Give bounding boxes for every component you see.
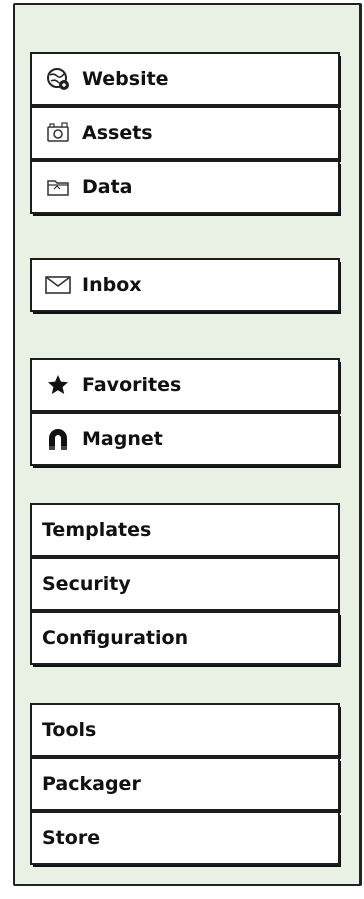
- sidebar-item-store[interactable]: Store: [30, 811, 340, 865]
- sidebar-item-label: Templates: [42, 519, 152, 541]
- sidebar-item-configuration[interactable]: Configuration: [30, 611, 340, 665]
- globe-icon: [44, 65, 72, 93]
- sidebar-item-label: Store: [42, 827, 101, 849]
- sidebar-item-favorites[interactable]: Favorites: [30, 358, 340, 412]
- sidebar-item-label: Favorites: [82, 374, 182, 396]
- sidebar-item-inbox[interactable]: Inbox: [30, 258, 340, 312]
- sidebar-item-label: Website: [82, 68, 169, 90]
- sidebar-item-packager[interactable]: Packager: [30, 757, 340, 811]
- folder-icon: [44, 173, 72, 201]
- sidebar-item-label: Security: [42, 573, 131, 595]
- magnet-icon: [44, 425, 72, 453]
- sidebar-item-label: Data: [82, 176, 133, 198]
- camera-icon: [44, 119, 72, 147]
- star-icon: [44, 371, 72, 399]
- sidebar-item-label: Configuration: [42, 627, 189, 649]
- sidebar-item-magnet[interactable]: Magnet: [30, 412, 340, 466]
- sidebar-item-label: Packager: [42, 773, 141, 795]
- sidebar-item-templates[interactable]: Templates: [30, 503, 340, 557]
- sidebar-item-security[interactable]: Security: [30, 557, 340, 611]
- sidebar-item-data[interactable]: Data: [30, 160, 340, 214]
- sidebar-item-label: Inbox: [82, 274, 142, 296]
- sidebar-item-label: Magnet: [82, 428, 163, 450]
- sidebar-item-tools[interactable]: Tools: [30, 703, 340, 757]
- sidebar-item-label: Tools: [42, 719, 97, 741]
- envelope-icon: [44, 271, 72, 299]
- sidebar-item-label: Assets: [82, 122, 153, 144]
- sidebar-item-assets[interactable]: Assets: [30, 106, 340, 160]
- sidebar-item-website[interactable]: Website: [30, 52, 340, 106]
